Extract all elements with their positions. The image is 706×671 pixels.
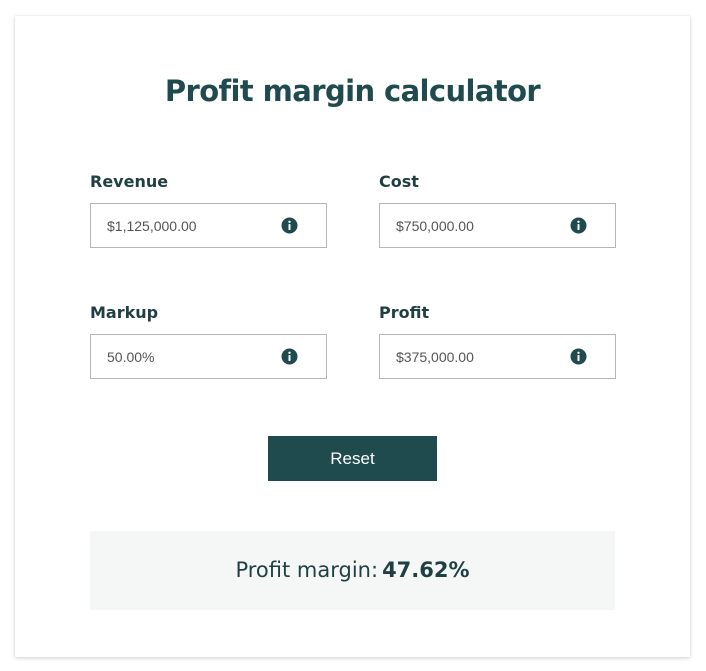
info-icon[interactable] xyxy=(281,217,298,234)
markup-label: Markup xyxy=(90,303,159,322)
revenue-input-box xyxy=(90,203,327,248)
profit-margin-label: Profit margin: xyxy=(235,558,379,582)
cost-input-box xyxy=(379,203,616,248)
revenue-field: Revenue xyxy=(90,171,327,248)
revenue-input[interactable] xyxy=(91,204,287,247)
markup-input-box xyxy=(90,334,327,379)
reset-button[interactable]: Reset xyxy=(268,436,437,481)
cost-field: Cost xyxy=(379,171,616,248)
profit-field: Profit xyxy=(379,302,616,379)
profit-margin-value: 47.62% xyxy=(382,558,470,582)
profit-input[interactable] xyxy=(380,335,576,378)
info-icon[interactable] xyxy=(281,348,298,365)
profit-input-box xyxy=(379,334,616,379)
cost-label: Cost xyxy=(379,172,419,191)
revenue-label: Revenue xyxy=(90,172,169,191)
result-panel: Profit margin: 47.62% xyxy=(90,531,615,610)
markup-field: Markup xyxy=(90,302,327,379)
page-title: Profit margin calculator xyxy=(164,74,541,108)
profit-label: Profit xyxy=(379,303,430,322)
info-icon[interactable] xyxy=(570,348,587,365)
calculator-card: Profit margin calculator Revenue Cost Ma… xyxy=(15,16,690,657)
cost-input[interactable] xyxy=(380,204,576,247)
info-icon[interactable] xyxy=(570,217,587,234)
markup-input[interactable] xyxy=(91,335,287,378)
